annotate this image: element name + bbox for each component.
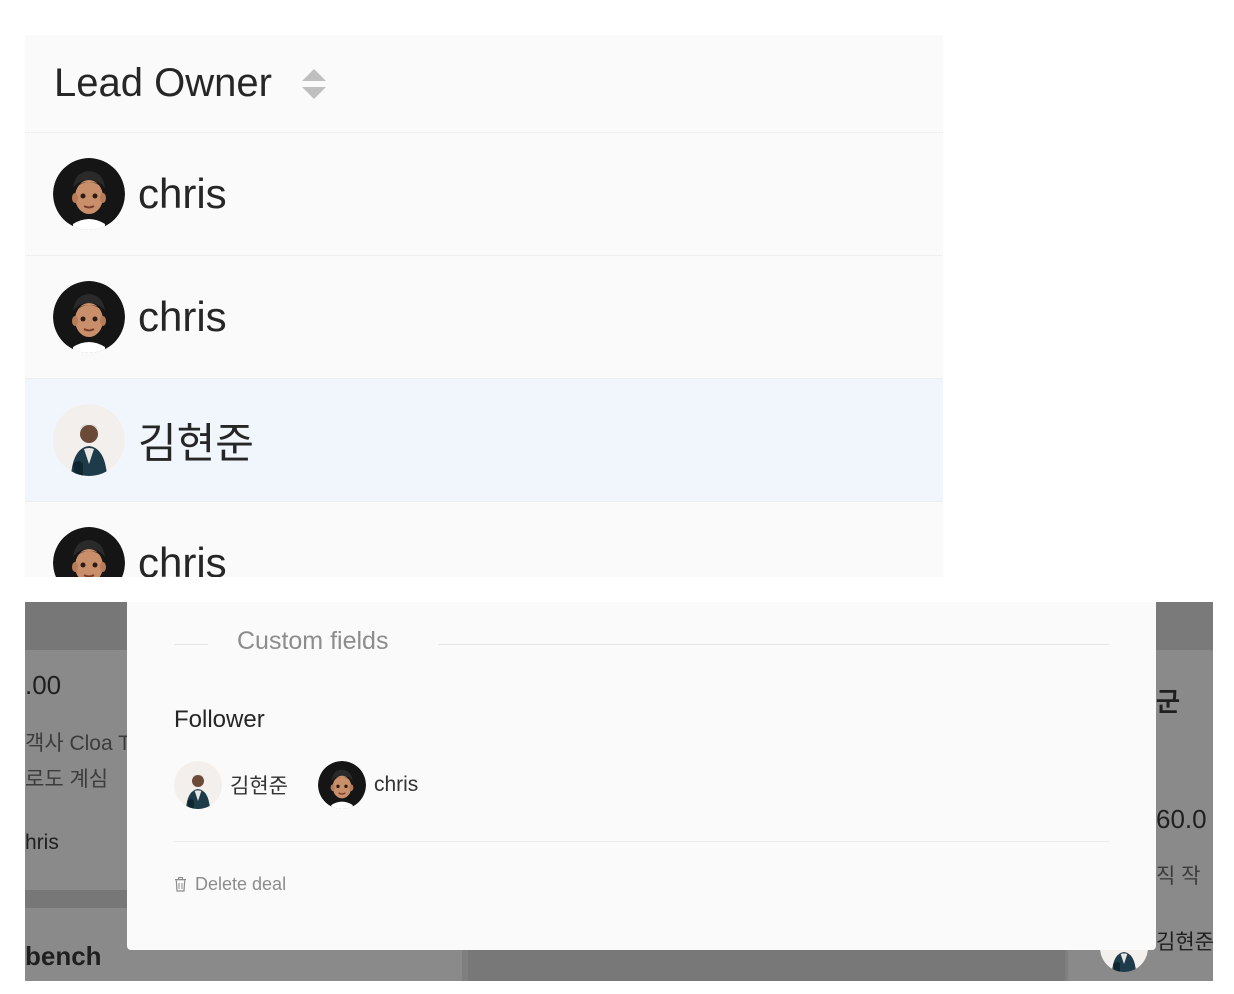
delete-deal-button[interactable]: Delete deal bbox=[174, 874, 286, 895]
deal-drawer: Custom fields Follower 김현준 chris Delete … bbox=[127, 602, 1156, 950]
deal-amount: 60.0 bbox=[1156, 804, 1207, 834]
lead-owner-name: 김현준 bbox=[138, 419, 254, 467]
follower-item[interactable]: 김현준 bbox=[174, 761, 288, 809]
table-row[interactable]: chris bbox=[25, 133, 943, 256]
lead-owner-column-header[interactable]: Lead Owner bbox=[25, 35, 943, 133]
follower-field-label: Follower bbox=[174, 706, 265, 733]
lead-owner-name: chris bbox=[138, 539, 227, 577]
avatar bbox=[53, 281, 125, 353]
divider-line bbox=[174, 644, 208, 645]
follower-name: 김현준 bbox=[230, 775, 288, 798]
deal-title: 군 bbox=[1156, 687, 1180, 717]
deal-description: 직 작 bbox=[1156, 865, 1201, 888]
avatar bbox=[53, 527, 125, 577]
deal-amount: .00 bbox=[25, 670, 62, 700]
deal-title: bench bbox=[25, 941, 102, 971]
deal-description: 로도 계심 bbox=[25, 768, 109, 791]
sort-descending-icon[interactable] bbox=[301, 86, 326, 99]
lead-owner-name: chris bbox=[138, 170, 227, 217]
divider bbox=[174, 841, 1109, 842]
avatar bbox=[318, 761, 366, 809]
deal-owner: 김현준 bbox=[1156, 931, 1213, 954]
deal-owner: hris bbox=[25, 831, 59, 854]
table-row[interactable]: 김현준 bbox=[25, 379, 943, 502]
avatar bbox=[53, 404, 125, 476]
table-row[interactable]: chris bbox=[25, 256, 943, 379]
avatar bbox=[174, 761, 222, 809]
follower-list: 김현준 chris bbox=[174, 761, 448, 809]
divider-line bbox=[438, 644, 1109, 645]
lead-owner-header-label: Lead Owner bbox=[54, 61, 272, 105]
deal-description: 객사 Cloa T bbox=[25, 732, 131, 755]
delete-deal-label: Delete deal bbox=[195, 874, 287, 894]
lead-owner-table: Lead Owner chris chris 김현준 chris bbox=[25, 35, 943, 577]
sort-ascending-icon[interactable] bbox=[301, 68, 326, 81]
table-row[interactable]: chris bbox=[25, 502, 943, 577]
avatar bbox=[53, 158, 125, 230]
custom-fields-divider: Custom fields bbox=[174, 627, 1109, 661]
sort-icon[interactable] bbox=[301, 68, 326, 99]
custom-fields-title: Custom fields bbox=[237, 627, 389, 655]
lead-owner-name: chris bbox=[138, 293, 227, 340]
follower-name: chris bbox=[373, 773, 419, 796]
follower-item[interactable]: chris bbox=[318, 761, 418, 809]
trash-icon bbox=[175, 877, 186, 892]
